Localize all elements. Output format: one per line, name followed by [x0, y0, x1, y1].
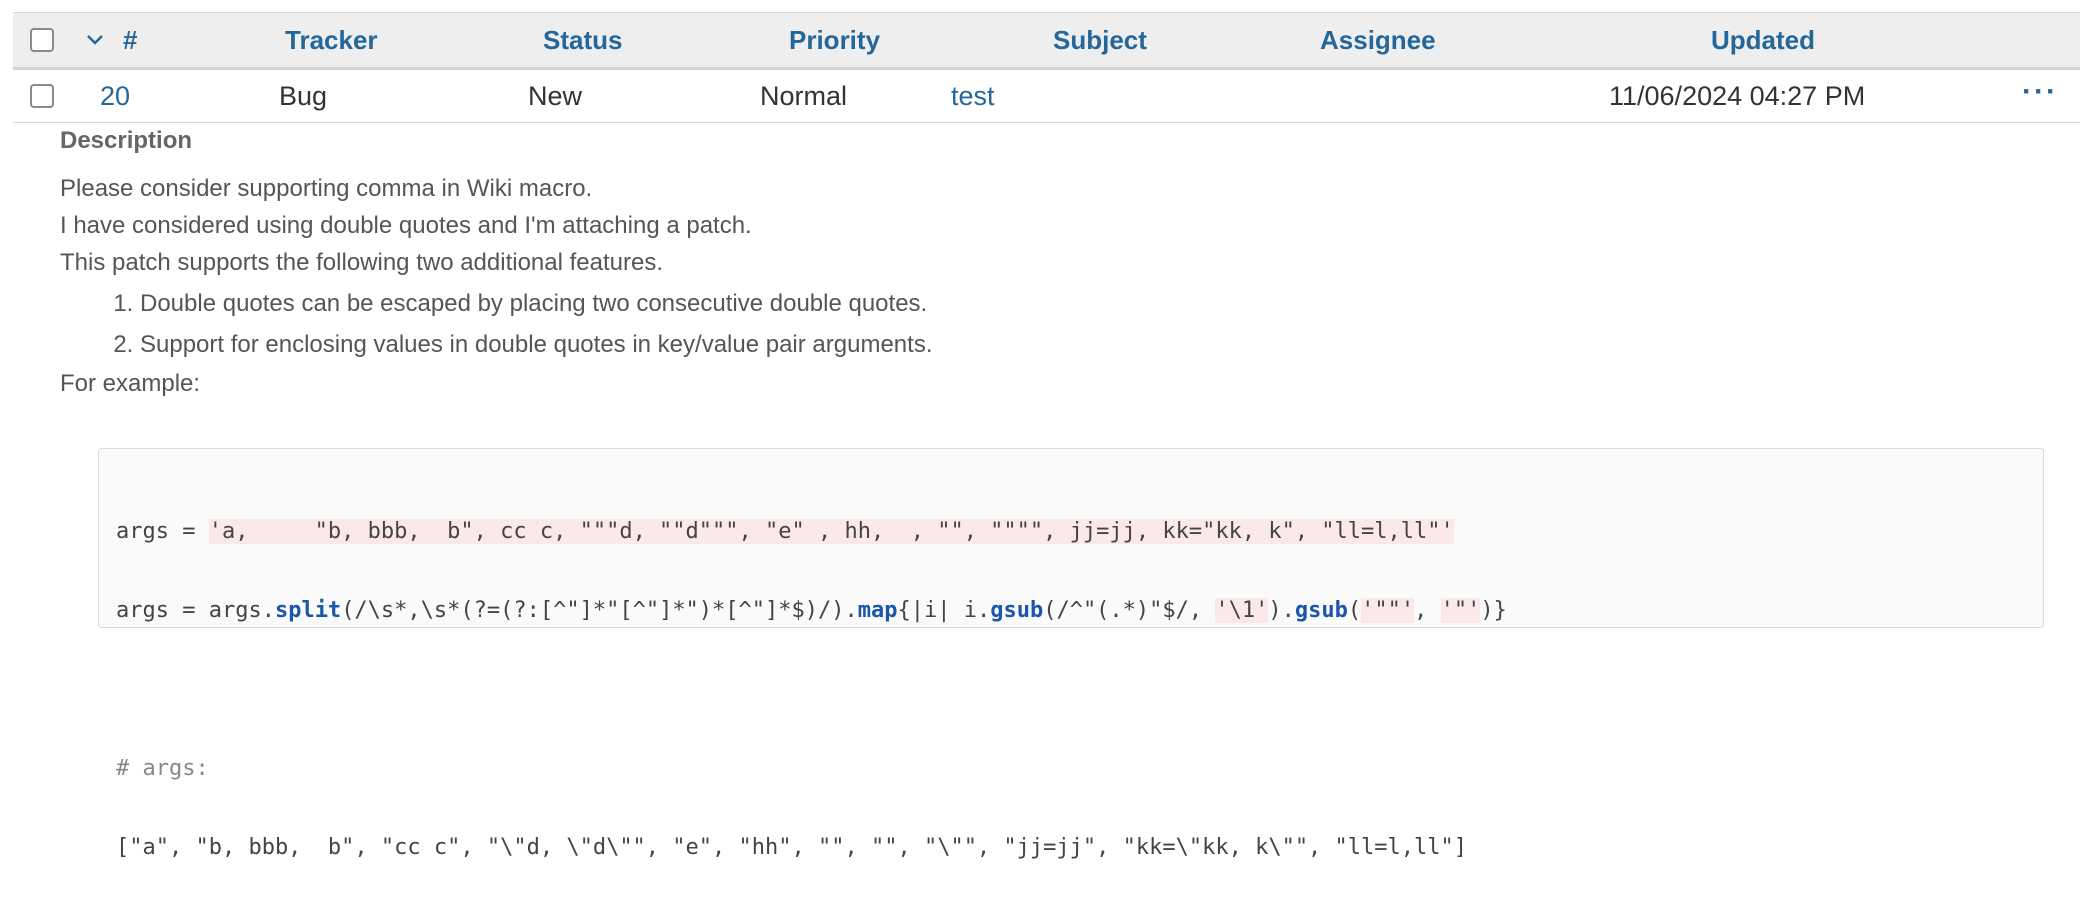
code-line: ["a", "b, bbb, b", "cc c", "\"d, \"d\"",…	[116, 835, 1468, 860]
issue-table-header: # Tracker Status Priority Subject Assign…	[13, 12, 2080, 70]
issue-description: Description Please consider supporting c…	[60, 126, 2060, 402]
code-token: ).	[1268, 598, 1295, 623]
description-paragraph: I have considered using double quotes an…	[60, 212, 752, 239]
code-string: 'a, "b, bbb, b", cc c, """d, ""d""", "e"…	[208, 519, 1454, 544]
code-token: args = args.	[116, 598, 275, 623]
feature-list-item: Support for enclosing values in double q…	[140, 324, 2060, 365]
code-token: ,	[1414, 598, 1441, 623]
chevron-down-icon[interactable]	[85, 30, 105, 50]
code-token: (	[1347, 598, 1362, 623]
column-header-subject[interactable]: Subject	[1053, 13, 1147, 67]
select-all-checkbox[interactable]	[30, 28, 54, 52]
code-token: (/^"(.*)"$/,	[1043, 598, 1216, 623]
issue-tracker: Bug	[279, 81, 328, 111]
code-function: gsub	[1294, 598, 1348, 623]
code-token: args =	[116, 519, 209, 544]
code-function: split	[274, 598, 342, 623]
description-paragraph: Please consider supporting comma in Wiki…	[60, 175, 593, 202]
row-select-checkbox[interactable]	[30, 84, 54, 108]
code-content: args = 'a, "b, bbb, b", cc c, """d, ""d"…	[116, 467, 1507, 912]
code-function: map	[857, 598, 898, 623]
row-actions-menu-icon[interactable]: ···	[2022, 70, 2058, 122]
code-string: '"'	[1440, 598, 1481, 623]
issue-id-link[interactable]: 20	[100, 70, 130, 122]
code-string: '""'	[1361, 598, 1415, 623]
column-header-id[interactable]: #	[123, 13, 137, 67]
code-line: args = 'a, "b, bbb, b", cc c, """d, ""d"…	[116, 517, 1507, 546]
feature-list: Double quotes can be escaped by placing …	[60, 283, 2060, 365]
code-line: args = args.split(/\s*,\s*(?=(?:[^"]*"[^…	[116, 596, 1507, 625]
code-string: '\1'	[1215, 598, 1269, 623]
column-header-status[interactable]: Status	[543, 13, 622, 67]
table-row[interactable]: 20 Bug New Normal test 11/06/2024 04:27 …	[13, 70, 2080, 123]
issue-status: New	[528, 81, 583, 111]
code-function: gsub	[990, 598, 1044, 623]
column-header-updated[interactable]: Updated	[1711, 13, 1815, 67]
code-token: (/\s*,\s*(?=(?:[^"]*"[^"]*")*[^"]*$)/).	[341, 598, 858, 623]
column-header-tracker[interactable]: Tracker	[285, 13, 378, 67]
issue-subject-link[interactable]: test	[951, 70, 995, 122]
code-token: {|i| i.	[897, 598, 991, 623]
code-token: )}	[1480, 598, 1507, 623]
code-block: args = 'a, "b, bbb, b", cc c, """d, ""d"…	[98, 448, 2044, 860]
column-header-priority[interactable]: Priority	[789, 13, 880, 67]
description-paragraph: This patch supports the following two ad…	[60, 249, 664, 276]
column-header-assignee[interactable]: Assignee	[1320, 13, 1436, 67]
description-title: Description	[60, 127, 193, 154]
code-comment: # args:	[116, 756, 209, 781]
feature-list-item: Double quotes can be escaped by placing …	[140, 283, 2060, 324]
issue-updated: 11/06/2024 04:27 PM	[1609, 81, 1866, 111]
example-label: For example:	[60, 370, 201, 397]
issue-priority: Normal	[760, 81, 848, 111]
